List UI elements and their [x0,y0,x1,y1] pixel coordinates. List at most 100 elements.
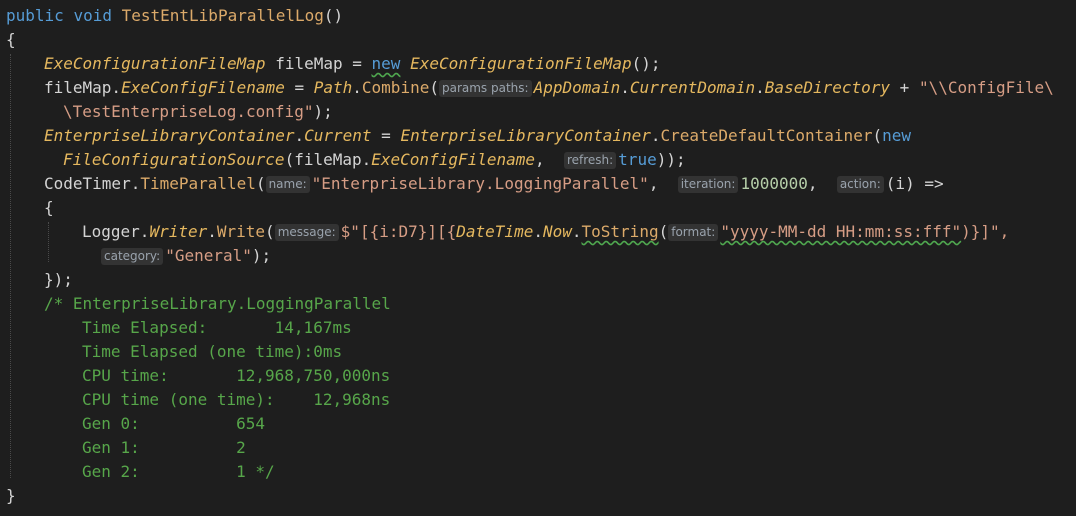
parameter-hint: name: [265,176,310,193]
code-token: , [807,174,837,193]
code-token: ExeConfigurationFileMap [44,54,266,73]
code-line[interactable]: public void TestEntLibParallelLog() [6,4,343,28]
code-token: new [882,126,911,145]
code-token: "General" [165,246,252,265]
code-token: . [130,174,141,193]
code-token: $"[{i:D7}][{ [340,222,457,241]
code-line[interactable]: }); [44,268,73,292]
code-token: public [6,6,64,25]
code-token: . [650,126,661,145]
code-token: TimeParallel [140,174,256,193]
code-token: Write [216,222,266,241]
code-token: () [323,6,344,25]
code-token: )}]", [961,222,1010,241]
code-line[interactable]: Time Elapsed: 14,167ms [82,316,352,340]
code-token: void [73,6,112,25]
parameter-hint: format: [668,224,719,241]
code-token: true [618,150,657,169]
code-token: CPU time (one time): 12,968ns [82,390,391,409]
code-token: ExeConfigFilename [121,78,285,97]
code-token: + [890,78,919,97]
code-token: Now [542,222,572,241]
indent-guide [10,54,11,478]
code-token: ( [658,222,669,241]
code-token: new [371,54,401,73]
code-line[interactable]: Logger.Writer.Write(message: $"[{i:D7}][{… [82,220,1009,244]
code-token: ExeConfigurationFileMap [410,54,632,73]
code-token: fileMap. [44,78,122,97]
code-token: Writer [149,222,208,241]
code-token: CreateDefaultContainer [660,126,873,145]
code-token: }); [44,270,73,289]
code-line[interactable]: CPU time (one time): 12,968ns [82,388,390,412]
code-line[interactable]: { [6,28,16,52]
code-token: CPU time: 12,968,750,000ns [82,366,391,385]
code-token: EnterpriseLibraryContainer [44,126,295,145]
code-line[interactable]: CPU time: 12,968,750,000ns [82,364,390,388]
code-token: Gen 1: 2 [82,438,246,457]
code-token: = [371,126,401,145]
code-token: ExeConfigFilename [371,150,536,169]
code-token: "EnterpriseLibrary.LoggingParallel" [311,174,649,193]
code-token: /* EnterpriseLibrary.LoggingParallel [44,294,391,313]
code-token: )); [656,150,686,169]
code-token: Combine [361,78,430,97]
code-line[interactable]: Gen 0: 654 [82,412,265,436]
code-line[interactable]: Gen 1: 2 [82,436,246,460]
code-token: BaseDirectory [764,78,891,97]
code-line[interactable]: category: "General"); [101,244,271,268]
code-token: } [6,486,16,505]
parameter-hint: message: [274,224,339,241]
parameter-hint: refresh: [563,152,617,169]
code-token: 1000000 [740,174,808,193]
code-line[interactable]: /* EnterpriseLibrary.LoggingParallel [44,292,391,316]
code-line[interactable]: Gen 2: 1 */ [82,460,275,484]
code-token: fileMap = [265,54,372,73]
code-token: Logger [82,222,140,241]
code-token: DateTime [456,222,534,241]
indent-guide [48,222,49,262]
code-token: (i) => [885,174,944,193]
code-token: ( [872,126,883,145]
code-token: ( [255,174,266,193]
code-line[interactable]: fileMap.ExeConfigFilename = Path.Combine… [44,76,1054,100]
code-token: (); [631,54,661,73]
code-line[interactable]: \TestEnterpriseLog.config"); [63,100,333,124]
code-token: "\\ConfigFile\ [918,78,1054,97]
code-token: ToString [581,222,659,241]
code-token: . [533,222,543,241]
code-line[interactable]: ExeConfigurationFileMap fileMap = new Ex… [44,52,661,76]
code-line[interactable]: { [44,196,54,220]
parameter-hint: action: [836,176,884,193]
code-token: = [284,78,314,97]
code-token: ( [265,222,275,241]
code-line[interactable]: } [6,484,16,508]
code-token: (fileMap. [284,150,372,169]
code-token: Gen 2: 1 */ [82,462,275,481]
code-line[interactable]: CodeTimer.TimeParallel(name: "EnterpriseL… [44,172,944,196]
code-line[interactable]: FileConfigurationSource(fileMap.ExeConfi… [63,148,686,172]
code-line[interactable]: EnterpriseLibraryContainer.Current = Ent… [44,124,911,148]
parameter-hint: iteration: [677,176,739,193]
code-token: AppDomain [533,78,621,97]
code-token: . [294,126,305,145]
code-token: . [207,222,217,241]
code-token: { [44,198,54,217]
code-token: FileConfigurationSource [63,150,285,169]
parameter-hint: params paths: [438,80,532,97]
code-token: Current [304,126,372,145]
code-token: . [571,222,582,241]
code-token: CodeTimer [44,174,131,193]
parameter-hint: category: [101,248,164,265]
code-token: ); [251,246,272,265]
code-token: , [535,150,564,169]
code-line[interactable]: Time Elapsed (one time):0ms [82,340,342,364]
code-token: Time Elapsed (one time):0ms [82,342,343,361]
code-editor[interactable]: public void TestEntLibParallelLog() {ExeC… [0,0,1076,516]
code-token: Time Elapsed: 14,167ms [82,318,352,337]
code-token: ); [313,102,333,121]
code-token: . [755,78,765,97]
code-token: \TestEnterpriseLog.config" [63,102,314,121]
